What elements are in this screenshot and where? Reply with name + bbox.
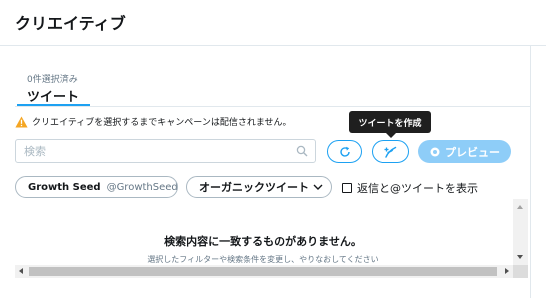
- tabs-divider: [15, 106, 531, 107]
- empty-state-subtitle: 選択したフィルターや検索条件を変更し、やりなおしてください: [147, 255, 379, 264]
- search-box[interactable]: [15, 139, 316, 163]
- compose-tooltip: ツイートを作成: [349, 111, 431, 133]
- vertical-scrollbar[interactable]: [513, 199, 528, 265]
- account-handle: @GrowthSeed: [106, 181, 178, 193]
- warning-message: クリエイティブを選択するまでキャンペーンは配信されません。: [15, 115, 292, 128]
- tab-tweets-label: ツイート: [27, 90, 80, 105]
- refresh-icon: [339, 146, 350, 157]
- header-divider: [0, 45, 546, 46]
- scroll-corner: [513, 265, 528, 278]
- warning-icon: [15, 115, 28, 128]
- warning-text: クリエイティブを選択するまでキャンペーンは配信されません。: [32, 118, 292, 128]
- refresh-button[interactable]: [327, 140, 362, 163]
- preview-button[interactable]: プレビュー: [418, 140, 511, 163]
- show-replies-label: 返信と@ツイートを表示: [357, 182, 478, 195]
- show-replies-toggle[interactable]: 返信と@ツイートを表示: [342, 180, 478, 196]
- scroll-right-icon[interactable]: [505, 268, 509, 274]
- account-name: Growth Seed: [28, 181, 101, 193]
- tooltip-arrow: [386, 133, 396, 138]
- chevron-down-icon: [313, 184, 323, 190]
- horizontal-scroll-thumb[interactable]: [29, 267, 497, 276]
- creative-page: クリエイティブ 0件選択済み ツイート クリエイティブを選択するまでキャンペーン…: [0, 0, 546, 298]
- compose-tweet-button[interactable]: [372, 140, 409, 163]
- search-input[interactable]: [24, 143, 284, 159]
- panel-right-border: [530, 46, 531, 298]
- eye-icon: [430, 147, 440, 156]
- scroll-down-icon[interactable]: [517, 255, 523, 259]
- horizontal-scrollbar[interactable]: [15, 265, 513, 278]
- page-title: クリエイティブ: [15, 14, 126, 33]
- tweet-type-dropdown[interactable]: オーガニックツイート: [186, 176, 332, 198]
- compose-icon: [384, 146, 397, 158]
- preview-label: プレビュー: [445, 145, 500, 159]
- empty-state-title: 検索内容に一致するものがありません。: [164, 235, 362, 248]
- tweet-type-label: オーガニックツイート: [199, 181, 309, 194]
- tab-tweets[interactable]: ツイート: [17, 84, 90, 106]
- show-replies-checkbox[interactable]: [342, 183, 352, 193]
- search-icon: [296, 145, 308, 157]
- account-filter[interactable]: Growth Seed @GrowthSeed: [15, 176, 178, 198]
- scroll-up-icon[interactable]: [517, 205, 523, 209]
- scroll-left-icon[interactable]: [19, 268, 23, 274]
